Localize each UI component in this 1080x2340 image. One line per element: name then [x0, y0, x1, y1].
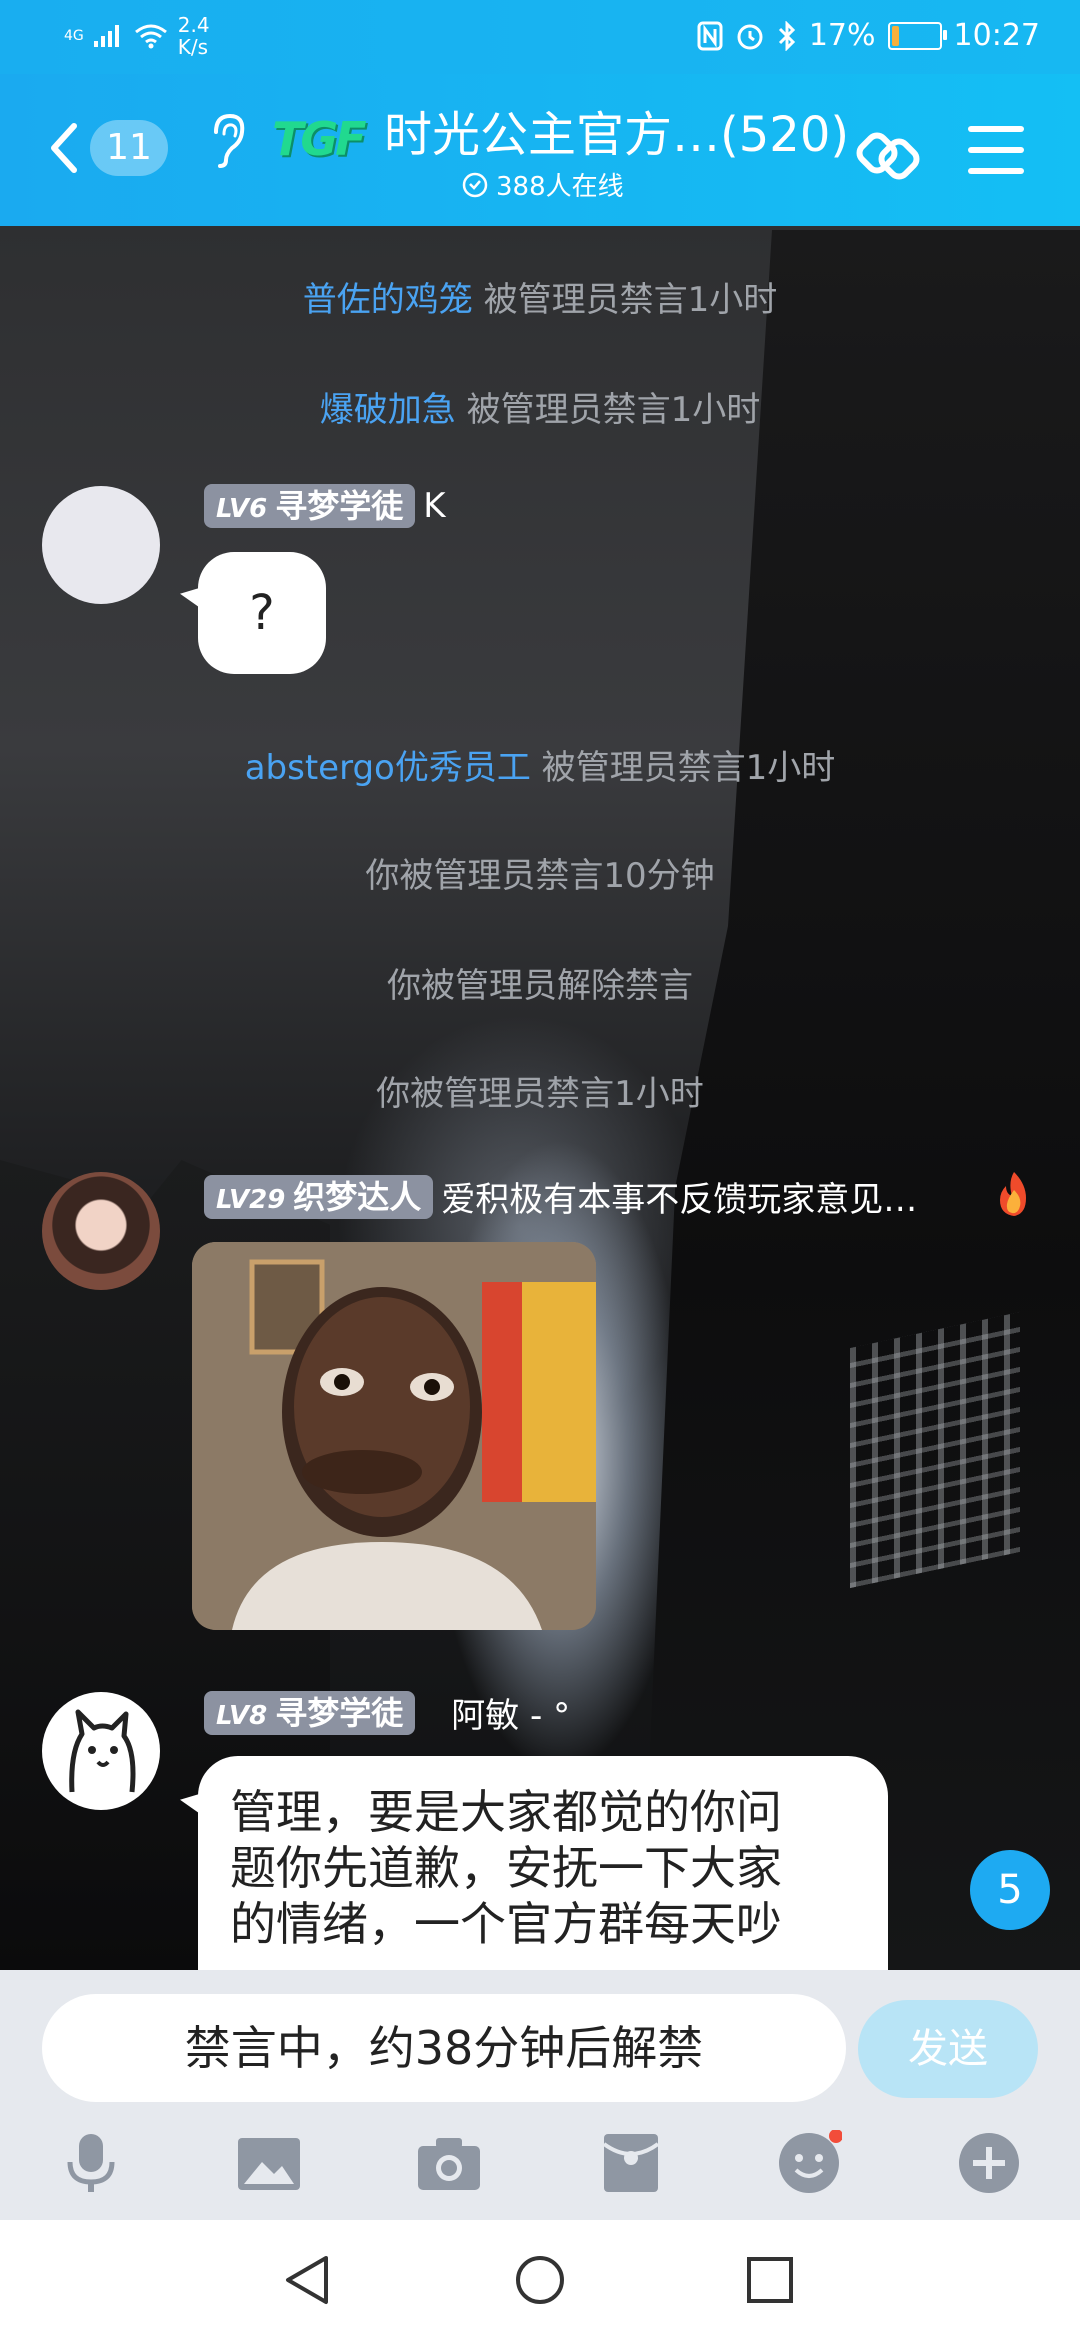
camera-icon[interactable]: [416, 2130, 482, 2196]
avatar[interactable]: [42, 486, 160, 604]
network-type: 4G: [64, 28, 84, 44]
group-logo: TGF: [272, 112, 367, 166]
clock: 10:27: [953, 18, 1040, 53]
sender-info: LV8 寻梦学徒 阿敏 - °: [204, 1688, 570, 1737]
network-speed: 2.4 K/s: [177, 13, 210, 59]
image-icon[interactable]: [236, 2130, 302, 2196]
message-bubble[interactable]: ?: [198, 552, 326, 674]
alarm-icon: [737, 24, 763, 49]
group-title[interactable]: 时光公主官方…(520): [384, 104, 849, 166]
nav-recents-icon[interactable]: [744, 2254, 796, 2306]
dog-avatar-icon: [69, 1709, 136, 1793]
emoji-icon[interactable]: [776, 2130, 842, 2196]
avatar[interactable]: [42, 1172, 160, 1290]
message-input[interactable]: 禁言中，约38分钟后解禁: [42, 1994, 846, 2102]
message-bubble[interactable]: 管理，要是大家都觉的你问 题你先道歉，安抚一下大家 的情绪，一个官方群每天吵: [198, 1756, 888, 1986]
sender-name[interactable]: 爱积极有本事不反馈玩家意见…: [441, 1172, 917, 1221]
red-packet-icon[interactable]: [598, 2130, 664, 2196]
system-message: 普佐的鸡笼 被管理员禁言1小时: [302, 280, 778, 320]
avatar[interactable]: [42, 1692, 160, 1810]
level-badge: LV8 寻梦学徒: [204, 1690, 416, 1735]
back-icon[interactable]: [40, 118, 90, 178]
photo-content: [192, 1242, 596, 1630]
battery-percent: 17%: [808, 18, 876, 53]
sender-info: LV6 寻梦学徒 K: [204, 484, 446, 528]
system-message: 爆破加急 被管理员禁言1小时: [319, 390, 761, 430]
plus-icon[interactable]: [956, 2130, 1022, 2196]
battery-icon: [887, 21, 947, 50]
send-button[interactable]: 发送: [858, 2000, 1038, 2098]
bluetooth-icon: [778, 20, 795, 51]
group-link-icon[interactable]: [852, 120, 924, 192]
new-message-badge[interactable]: 5: [970, 1850, 1050, 1930]
image-message[interactable]: [192, 1242, 596, 1630]
ear-icon[interactable]: [208, 112, 248, 170]
wifi-icon: [134, 24, 167, 49]
online-count: 388人在线: [462, 166, 624, 203]
status-bar: 4G 2.4 K/s 17% 10:27: [0, 0, 1080, 74]
unread-count-badge[interactable]: 11: [90, 120, 168, 176]
system-message: 你被管理员禁言10分钟: [365, 856, 715, 896]
system-message: 你被管理员解除禁言: [387, 966, 693, 1006]
sender-name[interactable]: K: [423, 486, 445, 526]
sender-info: LV29 织梦达人 爱积极有本事不反馈玩家意见…: [204, 1172, 917, 1221]
nav-back-icon[interactable]: [282, 2254, 334, 2306]
sender-name[interactable]: 阿敏 - °: [451, 1688, 570, 1737]
level-badge: LV6 寻梦学徒: [204, 484, 416, 528]
input-area: 禁言中，约38分钟后解禁 发送: [0, 1970, 1080, 2220]
system-message: abstergo优秀员工 被管理员禁言1小时: [244, 748, 836, 788]
signal-icon: [93, 25, 119, 47]
system-message: 你被管理员禁言1小时: [376, 1074, 704, 1114]
level-badge: LV29 织梦达人: [204, 1174, 434, 1219]
chat-header: 11 TGF 时光公主官方…(520) 388人在线: [0, 74, 1080, 226]
fire-icon: [1000, 1172, 1026, 1216]
nav-home-icon[interactable]: [514, 2254, 566, 2306]
nfc-icon: [697, 21, 723, 50]
menu-icon[interactable]: [968, 126, 1024, 176]
system-navigation-bar: [0, 2220, 1080, 2340]
check-circle-icon: [462, 172, 488, 197]
microphone-icon[interactable]: [58, 2130, 124, 2196]
